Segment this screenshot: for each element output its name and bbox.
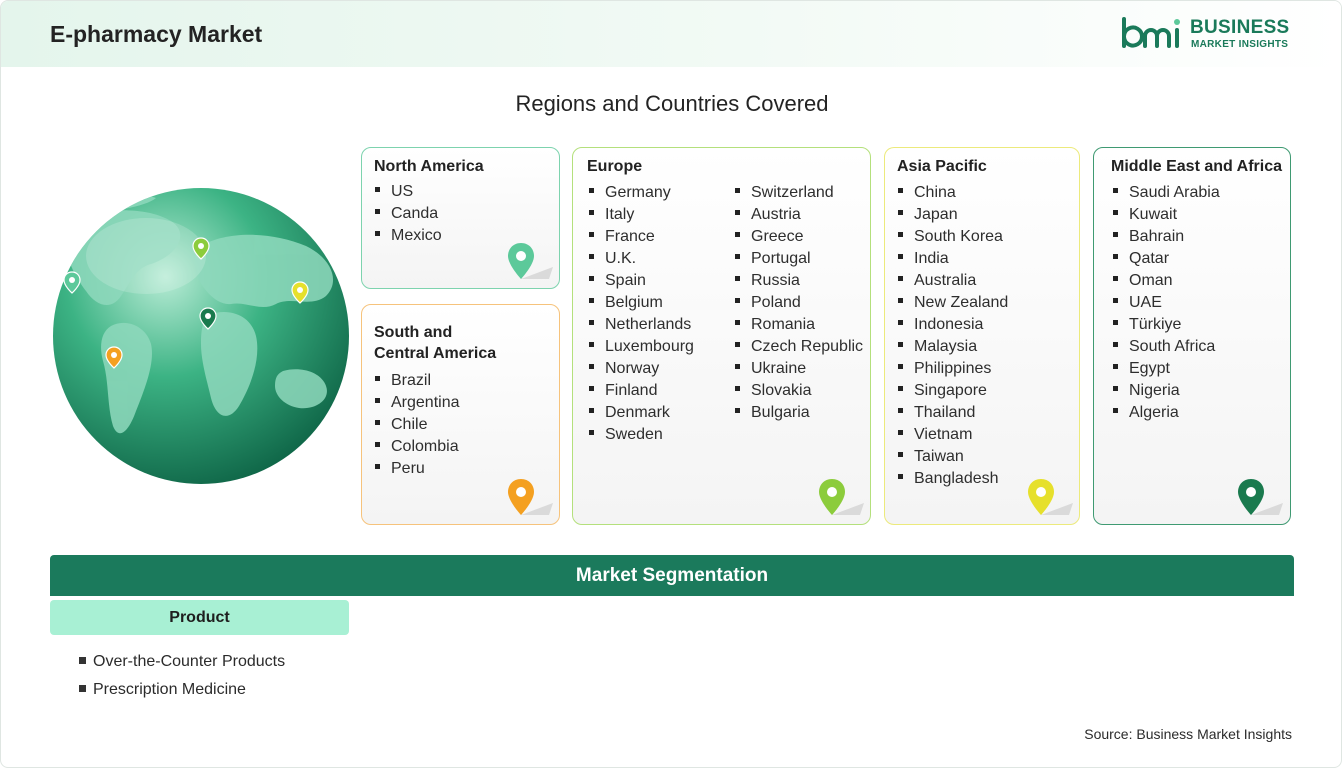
- list-item: Sweden: [589, 424, 694, 446]
- list-item: Qatar: [1113, 248, 1220, 270]
- list-item: Oman: [1113, 270, 1220, 292]
- region-title: South and Central America: [374, 322, 496, 364]
- country-list: Brazil Argentina Chile Colombia Peru: [375, 370, 460, 480]
- region-title: North America: [374, 158, 484, 175]
- country-list: Saudi Arabia Kuwait Bahrain Qatar Oman U…: [1113, 182, 1220, 424]
- market-segmentation-header: Market Segmentation: [50, 555, 1294, 596]
- region-title: Middle East and Africa: [1111, 158, 1282, 175]
- list-item: South Africa: [1113, 336, 1220, 358]
- list-item: Brazil: [375, 370, 460, 392]
- list-item: Nigeria: [1113, 380, 1220, 402]
- page-frame: E-pharmacy Market BUSINESS MARKET INSIGH…: [0, 0, 1342, 768]
- page-title: E-pharmacy Market: [50, 21, 263, 47]
- country-list: China Japan South Korea India Australia …: [898, 182, 1008, 490]
- list-item: Switzerland: [735, 182, 863, 204]
- list-item: Ukraine: [735, 358, 863, 380]
- list-item: Canda: [375, 203, 442, 225]
- list-item: Thailand: [898, 402, 1008, 424]
- globe-icon: [53, 188, 349, 484]
- region-card-north-america: North America US Canda Mexico: [361, 147, 560, 289]
- list-item: Over-the-Counter Products: [79, 651, 285, 679]
- list-item: US: [375, 181, 442, 203]
- logo: BUSINESS MARKET INSIGHTS: [1121, 16, 1301, 54]
- map-pin-icon: [819, 479, 864, 515]
- list-item: Mexico: [375, 225, 442, 247]
- list-item: Netherlands: [589, 314, 694, 336]
- list-item: France: [589, 226, 694, 248]
- list-item: Bangladesh: [898, 468, 1008, 490]
- region-title: Europe: [587, 158, 643, 175]
- region-card-south-central-america: South and Central America Brazil Argenti…: [361, 304, 560, 525]
- list-item: Greece: [735, 226, 863, 248]
- header: E-pharmacy Market BUSINESS MARKET INSIGH…: [1, 1, 1341, 67]
- list-item: Algeria: [1113, 402, 1220, 424]
- list-item: Romania: [735, 314, 863, 336]
- section-title: Regions and Countries Covered: [515, 91, 829, 116]
- region-card-middle-east-africa: Middle East and Africa Saudi Arabia Kuwa…: [1093, 147, 1291, 525]
- list-item: Norway: [589, 358, 694, 380]
- list-item: Luxembourg: [589, 336, 694, 358]
- list-item: Malaysia: [898, 336, 1008, 358]
- map-pin-icon: [508, 479, 553, 515]
- list-item: Finland: [589, 380, 694, 402]
- segment-tab-product: Product: [50, 600, 349, 635]
- list-item: Denmark: [589, 402, 694, 424]
- list-item: Russia: [735, 270, 863, 292]
- list-item: U.K.: [589, 248, 694, 270]
- list-item: Indonesia: [898, 314, 1008, 336]
- list-item: Czech Republic: [735, 336, 863, 358]
- list-item: Austria: [735, 204, 863, 226]
- country-list: US Canda Mexico: [375, 181, 442, 247]
- list-item: Kuwait: [1113, 204, 1220, 226]
- region-title-line2: Central America: [374, 345, 497, 362]
- country-list: Germany Italy France U.K. Spain Belgium …: [589, 182, 694, 446]
- list-item: Chile: [375, 414, 460, 436]
- region-title-line1: South and: [374, 324, 453, 341]
- product-segment-list: Over-the-Counter Products Prescription M…: [79, 651, 285, 707]
- region-title: Asia Pacific: [897, 158, 987, 175]
- list-item: Australia: [898, 270, 1008, 292]
- list-item: Saudi Arabia: [1113, 182, 1220, 204]
- market-segmentation-title: Market Segmentation: [575, 565, 769, 586]
- list-item: Prescription Medicine: [79, 679, 285, 707]
- list-item: Poland: [735, 292, 863, 314]
- list-item: Taiwan: [898, 446, 1008, 468]
- list-item: Egypt: [1113, 358, 1220, 380]
- map-pin-icon: [1028, 479, 1073, 515]
- list-item: Türkiye: [1113, 314, 1220, 336]
- list-item: Peru: [375, 458, 460, 480]
- list-item: Singapore: [898, 380, 1008, 402]
- region-card-asia-pacific: Asia Pacific China Japan South Korea Ind…: [884, 147, 1080, 525]
- list-item: China: [898, 182, 1008, 204]
- segment-tab-label: Product: [169, 609, 230, 626]
- logo-text-secondary: MARKET INSIGHTS: [1191, 39, 1289, 50]
- list-item: Germany: [589, 182, 694, 204]
- list-item: Belgium: [589, 292, 694, 314]
- list-item: UAE: [1113, 292, 1220, 314]
- region-card-europe: Europe Germany Italy France U.K. Spain B…: [572, 147, 871, 525]
- source-note: Source: Business Market Insights: [1084, 726, 1292, 742]
- logo-text-primary: BUSINESS: [1190, 17, 1290, 38]
- list-item: India: [898, 248, 1008, 270]
- list-item: Slovakia: [735, 380, 863, 402]
- list-item: Vietnam: [898, 424, 1008, 446]
- list-item: Spain: [589, 270, 694, 292]
- list-item: Argentina: [375, 392, 460, 414]
- country-list: Switzerland Austria Greece Portugal Russ…: [735, 182, 863, 424]
- bmi-logo-icon: [1122, 17, 1180, 48]
- list-item: Portugal: [735, 248, 863, 270]
- list-item: Japan: [898, 204, 1008, 226]
- list-item: Colombia: [375, 436, 460, 458]
- list-item: New Zealand: [898, 292, 1008, 314]
- list-item: Bahrain: [1113, 226, 1220, 248]
- list-item: Italy: [589, 204, 694, 226]
- list-item: Philippines: [898, 358, 1008, 380]
- list-item: Bulgaria: [735, 402, 863, 424]
- map-pin-icon: [1238, 479, 1283, 515]
- list-item: South Korea: [898, 226, 1008, 248]
- map-pin-icon: [508, 243, 553, 279]
